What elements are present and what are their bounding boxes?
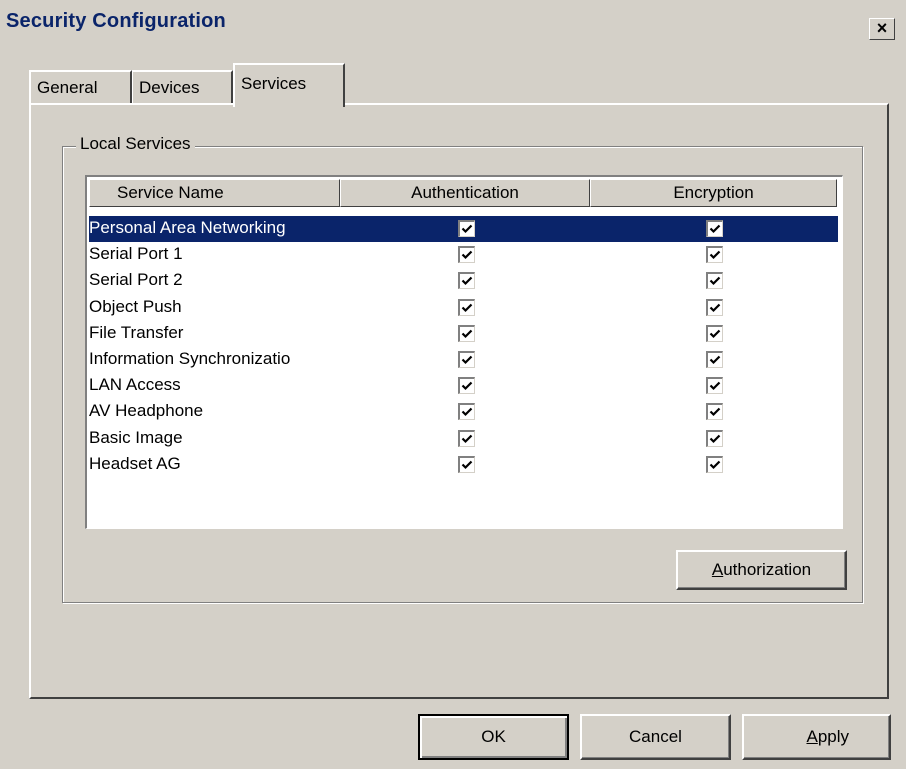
tab-services[interactable]: Services (233, 63, 345, 107)
authentication-checkbox[interactable] (458, 220, 475, 237)
encryption-checkbox[interactable] (706, 220, 723, 237)
local-services-group-label: Local Services (76, 134, 195, 154)
service-name: Object Push (89, 296, 182, 316)
encryption-checkbox[interactable] (706, 455, 723, 473)
list-item[interactable]: Headset AG (89, 452, 839, 478)
service-name: Serial Port 2 (89, 270, 183, 290)
apply-accel: A (806, 727, 818, 746)
close-button[interactable]: × (869, 18, 895, 40)
encryption-checkbox[interactable] (706, 351, 723, 368)
list-item[interactable]: Serial Port 1 (89, 242, 839, 268)
encryption-checkbox[interactable] (706, 272, 723, 290)
column-header-authentication[interactable]: Authentication (340, 179, 590, 207)
close-icon: × (876, 18, 888, 38)
column-header-encryption[interactable]: Encryption (590, 179, 837, 207)
authentication-checkbox[interactable] (458, 351, 475, 368)
list-item[interactable]: Basic Image (89, 426, 839, 452)
security-configuration-dialog: Security Configuration × General Devices… (0, 0, 906, 769)
apply-button[interactable]: Apply (742, 714, 891, 760)
cancel-button[interactable]: Cancel (580, 714, 731, 760)
tab-general-label: General (37, 78, 98, 97)
ok-button[interactable]: OK (418, 714, 569, 760)
list-item[interactable]: Object Push (89, 295, 839, 321)
list-item[interactable]: AV Headphone (89, 399, 839, 425)
service-name: Basic Image (89, 427, 183, 447)
authentication-checkbox[interactable] (458, 377, 475, 395)
tab-services-label: Services (241, 74, 307, 93)
tab-devices-label: Devices (139, 78, 200, 97)
authentication-checkbox[interactable] (458, 429, 475, 447)
authentication-checkbox[interactable] (458, 298, 475, 316)
list-item[interactable]: Information Synchronizatio (89, 347, 839, 373)
encryption-checkbox[interactable] (706, 298, 723, 316)
authorization-button[interactable]: Authorization (676, 550, 847, 590)
authentication-checkbox[interactable] (458, 272, 475, 290)
service-name: File Transfer (89, 322, 184, 342)
service-name: Headset AG (89, 453, 181, 473)
encryption-checkbox[interactable] (706, 377, 723, 395)
window-title: Security Configuration (6, 10, 226, 32)
authentication-checkbox[interactable] (458, 455, 475, 473)
authentication-checkbox[interactable] (458, 324, 475, 342)
list-item[interactable]: Personal Area Networking (89, 216, 839, 242)
service-name: LAN Access (89, 375, 181, 395)
service-name: Serial Port 1 (89, 244, 183, 264)
column-header-service-name[interactable]: Service Name (89, 179, 340, 207)
authorization-label: uthorization (723, 560, 812, 579)
encryption-checkbox[interactable] (706, 324, 723, 342)
apply-label: pply (817, 727, 849, 746)
service-name: Personal Area Networking (89, 218, 286, 237)
list-header: Service Name Authentication Encryption (89, 179, 839, 207)
services-list[interactable]: Service Name Authentication Encryption P… (85, 175, 843, 529)
service-name: Information Synchronizatio (89, 349, 291, 368)
encryption-checkbox[interactable] (706, 429, 723, 447)
list-item[interactable]: File Transfer (89, 321, 839, 347)
title-bar: Security Configuration × (0, 0, 906, 45)
list-item[interactable]: Serial Port 2 (89, 268, 839, 294)
tab-devices[interactable]: Devices (132, 70, 233, 104)
service-name: AV Headphone (89, 401, 204, 421)
tab-general[interactable]: General (29, 70, 132, 104)
authentication-checkbox[interactable] (458, 246, 475, 264)
encryption-checkbox[interactable] (706, 246, 723, 264)
authentication-checkbox[interactable] (458, 403, 475, 421)
list-item[interactable]: LAN Access (89, 373, 839, 399)
encryption-checkbox[interactable] (706, 403, 723, 421)
authorization-accel: A (711, 560, 724, 579)
